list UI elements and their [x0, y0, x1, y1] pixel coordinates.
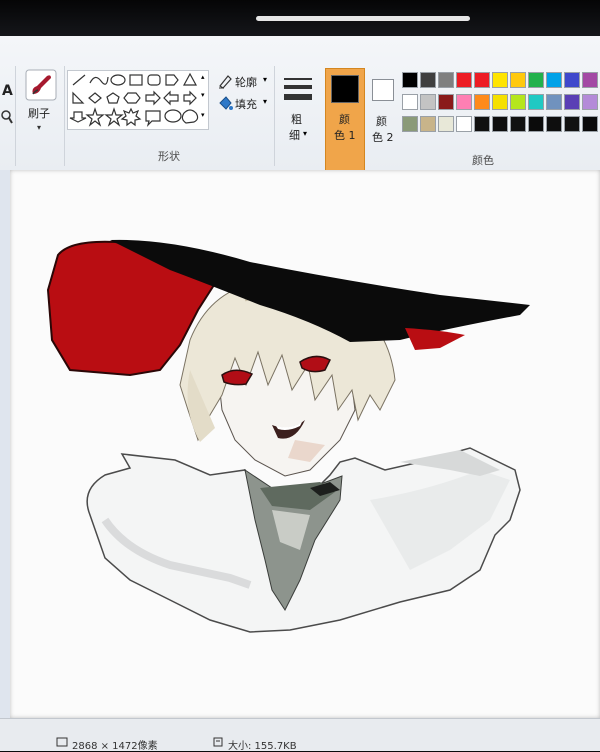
palette-swatch[interactable]	[546, 116, 562, 132]
shapes-scroll-up[interactable]: ▴	[200, 70, 210, 90]
palette-swatch[interactable]	[402, 116, 418, 132]
color1-button[interactable]: 颜 色 1	[325, 68, 365, 178]
file-size-icon	[213, 737, 223, 747]
palette-swatch[interactable]	[492, 116, 508, 132]
palette-swatch[interactable]	[546, 94, 562, 110]
palette-swatch[interactable]	[582, 94, 598, 110]
size-label-thick: 粗	[291, 113, 302, 126]
outline-button[interactable]: 轮廓 ▾	[214, 70, 274, 92]
palette-swatch[interactable]	[564, 116, 580, 132]
palette-swatch[interactable]	[492, 72, 508, 88]
brush-button[interactable]: 刷子 ▾	[20, 66, 62, 160]
palette-swatch[interactable]	[582, 116, 598, 132]
color1-swatch	[331, 75, 359, 103]
palette-swatch[interactable]	[402, 72, 418, 88]
palette-swatch[interactable]	[456, 94, 472, 110]
magnifier-tool-button[interactable]	[0, 106, 14, 130]
palette-swatch[interactable]	[510, 72, 526, 88]
palette-swatch[interactable]	[474, 72, 490, 88]
chevron-down-icon: ▾	[303, 129, 308, 138]
chevron-down-icon: ▾	[37, 123, 42, 132]
palette-swatch[interactable]	[420, 116, 436, 132]
expand-icon: ▾	[201, 111, 205, 119]
shapes-group-label: 形状	[158, 150, 180, 163]
text-tool-button[interactable]: A	[0, 80, 14, 104]
palette-swatch[interactable]	[564, 72, 580, 88]
home-indicator	[256, 16, 470, 21]
color2-swatch	[372, 79, 394, 101]
fill-button[interactable]: 填充 ▾	[214, 92, 274, 114]
palette-swatch[interactable]	[546, 72, 562, 88]
palette-swatch[interactable]	[420, 94, 436, 110]
palette-swatch[interactable]	[456, 72, 472, 88]
palette-swatch[interactable]	[510, 94, 526, 110]
canvas-area	[0, 170, 600, 718]
palette-swatch[interactable]	[438, 94, 454, 110]
ribbon-toolbar: A 刷子 ▾ ▴ ▾ ▾ 轮廓 ▾ 填充 ▾ 形状 粗 细 ▾ 颜 色 1 颜 …	[0, 36, 600, 178]
chevron-down-icon: ▾	[201, 91, 205, 99]
shapes-expand[interactable]: ▾	[200, 108, 210, 128]
palette-swatch[interactable]	[420, 72, 436, 88]
chevron-down-icon: ▾	[263, 75, 268, 84]
device-top-bar	[0, 0, 600, 36]
palette-swatch[interactable]	[474, 94, 490, 110]
palette-swatch[interactable]	[492, 94, 508, 110]
size-label-thin: 细	[289, 129, 300, 142]
palette-swatch[interactable]	[528, 94, 544, 110]
artwork-illustration	[46, 239, 530, 633]
fill-label: 填充	[235, 98, 257, 111]
drawing-canvas[interactable]	[10, 170, 600, 718]
palette-swatch[interactable]	[402, 94, 418, 110]
palette-swatch[interactable]	[438, 72, 454, 88]
color1-label-bottom: 色 1	[334, 129, 356, 142]
shapes-scroll-down[interactable]: ▾	[200, 88, 210, 108]
dimensions-icon	[56, 737, 68, 747]
separator	[15, 66, 16, 166]
color2-button[interactable]: 颜 色 2	[365, 70, 401, 164]
palette-swatch[interactable]	[528, 72, 544, 88]
line-size-icon	[284, 78, 312, 100]
palette-swatch[interactable]	[528, 116, 544, 132]
color2-label-bottom: 色 2	[372, 131, 394, 144]
separator	[64, 66, 65, 166]
color1-label-top: 颜	[339, 113, 350, 126]
color-palette	[402, 72, 600, 136]
palette-swatch[interactable]	[438, 116, 454, 132]
chevron-up-icon: ▴	[201, 73, 205, 81]
palette-swatch[interactable]	[582, 72, 598, 88]
brush-label: 刷子	[28, 107, 50, 120]
colors-group-label: 颜色	[472, 154, 494, 167]
fill-icon	[219, 96, 233, 110]
status-bar: 2868 × 1472像素 大小: 155.7KB	[0, 718, 600, 752]
chevron-down-icon: ▾	[263, 97, 268, 106]
outline-label: 轮廓	[235, 76, 257, 89]
brush-icon	[25, 69, 57, 101]
text-icon: A	[2, 83, 13, 99]
palette-swatch[interactable]	[510, 116, 526, 132]
magnifier-icon	[1, 110, 13, 124]
shapes-grid-icons	[69, 72, 199, 127]
size-button[interactable]: 粗 细 ▾	[278, 70, 318, 164]
palette-swatch[interactable]	[474, 116, 490, 132]
outline-icon	[219, 75, 232, 89]
separator	[274, 66, 275, 166]
color2-label-top: 颜	[376, 115, 387, 128]
palette-swatch[interactable]	[564, 94, 580, 110]
palette-swatch[interactable]	[456, 116, 472, 132]
shapes-gallery	[67, 70, 209, 130]
